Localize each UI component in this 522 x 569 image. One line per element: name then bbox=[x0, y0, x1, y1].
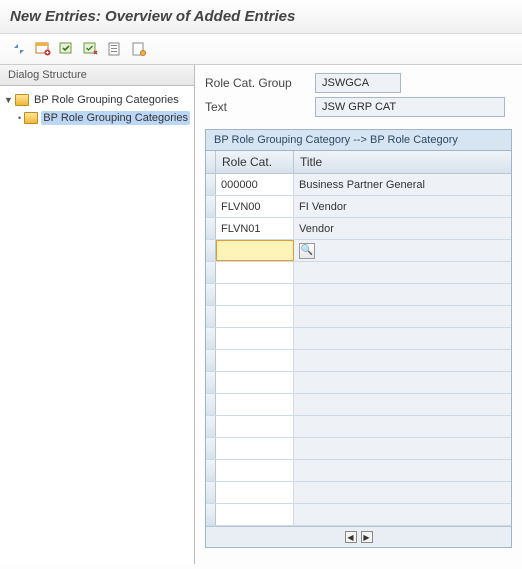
table-row[interactable]: 000000Business Partner General bbox=[206, 174, 511, 196]
cell-role-cat[interactable] bbox=[216, 372, 294, 393]
tree: ▼ BP Role Grouping Categories • BP Role … bbox=[0, 86, 194, 132]
cell-title[interactable] bbox=[294, 284, 511, 305]
row-handle[interactable] bbox=[206, 218, 216, 239]
page-title: New Entries: Overview of Added Entries bbox=[0, 0, 522, 34]
dialog-structure-sidebar: Dialog Structure ▼ BP Role Grouping Cate… bbox=[0, 65, 195, 564]
cell-title[interactable] bbox=[294, 394, 511, 415]
list-icon[interactable] bbox=[130, 40, 148, 58]
cell-title[interactable]: 🔍 bbox=[294, 240, 511, 261]
cell-title[interactable]: FI Vendor bbox=[294, 196, 511, 217]
table-row-new[interactable]: 🔍 bbox=[206, 240, 511, 262]
role-cat-group-value: JSWGCA bbox=[315, 73, 401, 93]
row-handle[interactable] bbox=[206, 240, 216, 261]
table-row[interactable]: FLVN00FI Vendor bbox=[206, 196, 511, 218]
cell-role-cat[interactable]: FLVN00 bbox=[216, 196, 294, 217]
cell-role-cat[interactable] bbox=[216, 350, 294, 371]
table-row-empty[interactable] bbox=[206, 394, 511, 416]
table-row-empty[interactable] bbox=[206, 284, 511, 306]
grid-scroll-footer: ◀ ▶ bbox=[206, 526, 511, 547]
row-handle[interactable] bbox=[206, 350, 216, 371]
content-area: Role Cat. Group JSWGCA Text JSW GRP CAT … bbox=[195, 65, 522, 564]
cell-role-cat[interactable] bbox=[216, 504, 294, 525]
settings-icon[interactable] bbox=[10, 40, 28, 58]
table-row-empty[interactable] bbox=[206, 482, 511, 504]
chevron-down-icon[interactable]: ▼ bbox=[4, 95, 12, 105]
cell-role-cat[interactable] bbox=[216, 394, 294, 415]
folder-open-icon bbox=[15, 94, 29, 106]
cell-role-cat[interactable] bbox=[216, 438, 294, 459]
folder-open-icon bbox=[24, 112, 38, 124]
table-new-icon[interactable] bbox=[34, 40, 52, 58]
table-row[interactable]: FLVN01Vendor bbox=[206, 218, 511, 240]
grid-subtitle: BP Role Grouping Category --> BP Role Ca… bbox=[205, 129, 512, 151]
search-help-icon[interactable]: 🔍 bbox=[299, 243, 315, 259]
table-row-empty[interactable] bbox=[206, 504, 511, 526]
cell-title[interactable] bbox=[294, 438, 511, 459]
table-row-empty[interactable] bbox=[206, 372, 511, 394]
table-row-empty[interactable] bbox=[206, 416, 511, 438]
cell-title[interactable]: Vendor bbox=[294, 218, 511, 239]
table-row-empty[interactable] bbox=[206, 438, 511, 460]
row-handle[interactable] bbox=[206, 262, 216, 283]
cell-title[interactable] bbox=[294, 482, 511, 503]
cell-role-cat[interactable]: FLVN01 bbox=[216, 218, 294, 239]
cell-title[interactable] bbox=[294, 328, 511, 349]
table-deselect-icon[interactable] bbox=[82, 40, 100, 58]
cell-title[interactable] bbox=[294, 416, 511, 437]
row-handle[interactable] bbox=[206, 416, 216, 437]
table-row-empty[interactable] bbox=[206, 350, 511, 372]
row-handle[interactable] bbox=[206, 306, 216, 327]
row-handle[interactable] bbox=[206, 438, 216, 459]
tree-label-selected: BP Role Grouping Categories bbox=[41, 111, 190, 125]
tree-node-parent[interactable]: ▼ BP Role Grouping Categories bbox=[4, 91, 190, 109]
cell-title[interactable] bbox=[294, 350, 511, 371]
cell-role-cat[interactable] bbox=[216, 306, 294, 327]
row-handle[interactable] bbox=[206, 482, 216, 503]
cell-title[interactable]: Business Partner General bbox=[294, 174, 511, 195]
grid-body: 000000Business Partner GeneralFLVN00FI V… bbox=[206, 174, 511, 526]
cell-role-cat[interactable]: 000000 bbox=[216, 174, 294, 195]
row-handle[interactable] bbox=[206, 394, 216, 415]
table-row-empty[interactable] bbox=[206, 460, 511, 482]
cell-role-cat[interactable] bbox=[216, 284, 294, 305]
cell-role-cat[interactable] bbox=[216, 482, 294, 503]
app-toolbar bbox=[0, 34, 522, 64]
table-row-empty[interactable] bbox=[206, 328, 511, 350]
cell-title[interactable] bbox=[294, 262, 511, 283]
cell-role-cat[interactable] bbox=[216, 460, 294, 481]
row-handle[interactable] bbox=[206, 196, 216, 217]
table-select-icon[interactable] bbox=[58, 40, 76, 58]
row-handle[interactable] bbox=[206, 504, 216, 525]
role-cat-group-label: Role Cat. Group bbox=[205, 76, 315, 90]
cell-title[interactable] bbox=[294, 460, 511, 481]
scroll-left-icon[interactable]: ◀ bbox=[345, 531, 357, 543]
scroll-right-icon[interactable]: ▶ bbox=[361, 531, 373, 543]
row-handle[interactable] bbox=[206, 174, 216, 195]
tree-node-child[interactable]: • BP Role Grouping Categories bbox=[4, 109, 190, 127]
row-handle[interactable] bbox=[206, 372, 216, 393]
cell-role-cat[interactable] bbox=[216, 416, 294, 437]
cell-title[interactable] bbox=[294, 372, 511, 393]
text-value: JSW GRP CAT bbox=[315, 97, 505, 117]
row-handle[interactable] bbox=[206, 284, 216, 305]
cell-title[interactable] bbox=[294, 504, 511, 525]
cell-title[interactable] bbox=[294, 306, 511, 327]
sidebar-header: Dialog Structure bbox=[0, 65, 194, 86]
row-handle[interactable] bbox=[206, 460, 216, 481]
row-handle[interactable] bbox=[206, 328, 216, 349]
grid: Role Cat. Title 000000Business Partner G… bbox=[205, 151, 512, 548]
cell-role-cat-input[interactable] bbox=[216, 240, 294, 261]
table-row-empty[interactable] bbox=[206, 262, 511, 284]
cell-role-cat[interactable] bbox=[216, 328, 294, 349]
tree-label: BP Role Grouping Categories bbox=[32, 93, 181, 107]
grid-select-all-handle[interactable] bbox=[206, 151, 216, 173]
col-header-title[interactable]: Title bbox=[294, 151, 511, 173]
config-icon[interactable] bbox=[106, 40, 124, 58]
grid-header: Role Cat. Title bbox=[206, 151, 511, 174]
text-label: Text bbox=[205, 100, 315, 114]
cell-role-cat[interactable] bbox=[216, 262, 294, 283]
table-row-empty[interactable] bbox=[206, 306, 511, 328]
col-header-role-cat[interactable]: Role Cat. bbox=[216, 151, 294, 173]
bullet-icon: • bbox=[18, 113, 21, 123]
